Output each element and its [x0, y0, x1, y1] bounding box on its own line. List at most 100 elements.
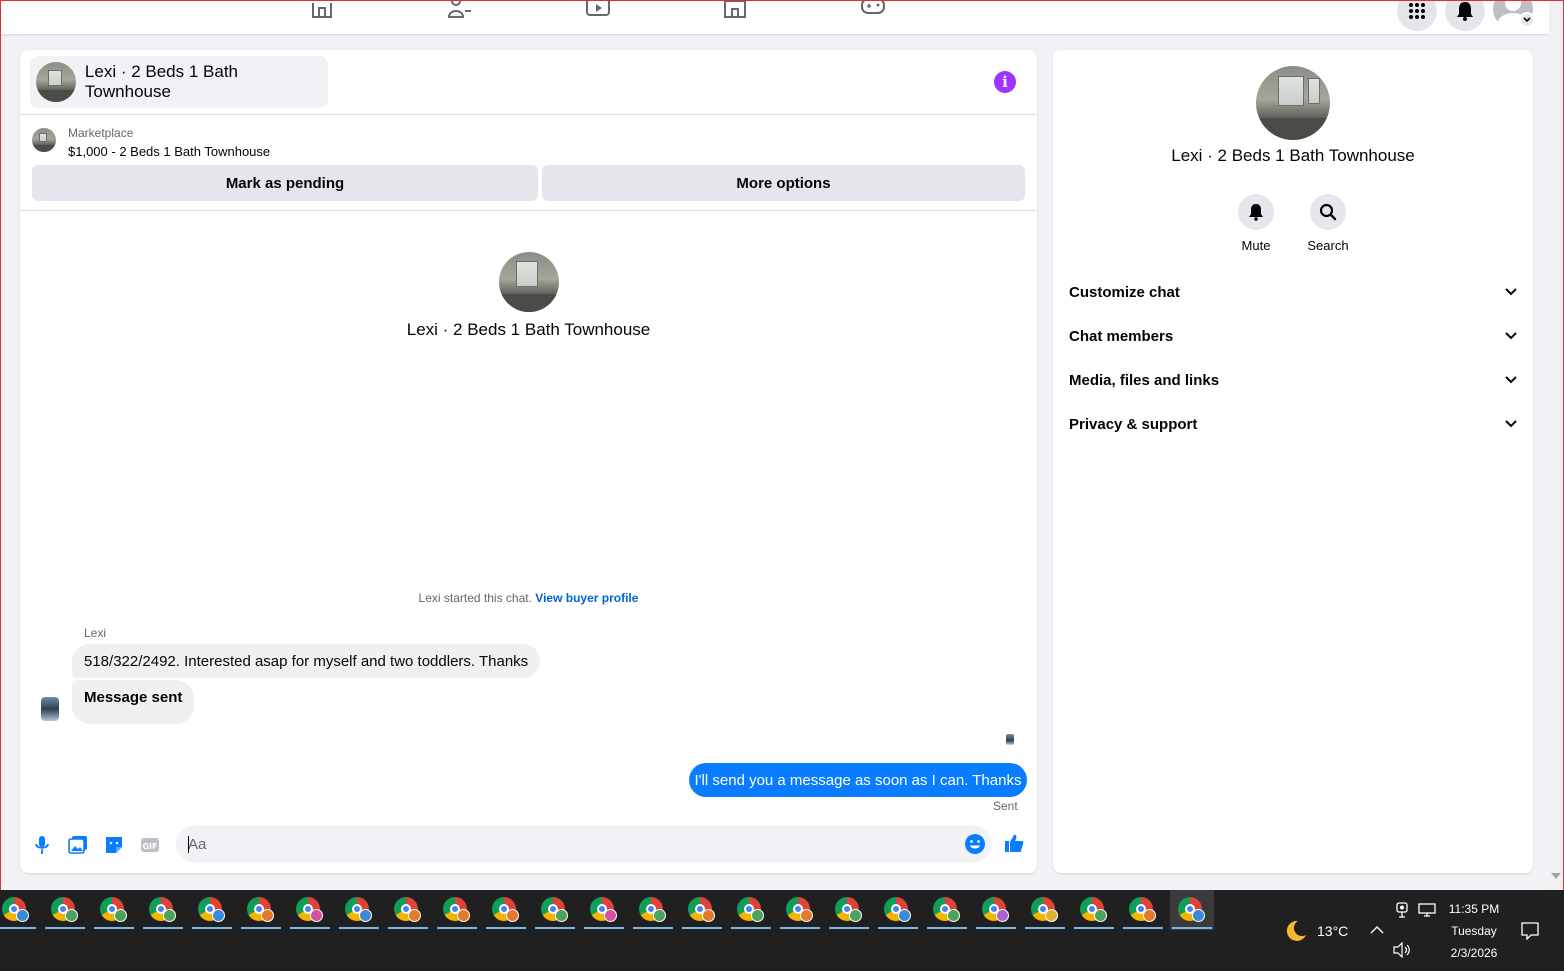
running-indicator	[94, 927, 134, 929]
running-indicator	[388, 927, 428, 929]
taskbar-chrome-window[interactable]	[680, 890, 724, 930]
search-button[interactable]: Search	[1298, 194, 1358, 253]
search-icon[interactable]	[1310, 194, 1346, 230]
microphone-icon[interactable]	[31, 834, 53, 856]
taskbar-chrome-window[interactable]	[582, 890, 626, 930]
taskbar-chrome-window[interactable]	[288, 890, 332, 930]
clock-day[interactable]: Tuesday	[1444, 924, 1504, 938]
menu-grid-icon[interactable]	[1397, 0, 1437, 31]
gaming-icon[interactable]	[860, 0, 886, 19]
photo-icon[interactable]	[67, 834, 89, 856]
taskbar-chrome-window[interactable]	[0, 890, 38, 930]
outgoing-message[interactable]: I'll send you a message as soon as I can…	[689, 763, 1027, 797]
taskbar-chrome-window[interactable]	[533, 890, 577, 930]
show-hidden-icons-chevron-icon[interactable]	[1370, 924, 1384, 938]
sticker-icon[interactable]	[103, 834, 125, 856]
section-label: Chat members	[1069, 327, 1174, 345]
details-photo	[1256, 66, 1330, 140]
meet-now-icon[interactable]	[1395, 902, 1409, 921]
notification-center-icon[interactable]	[1521, 922, 1539, 943]
taskbar-chrome-window[interactable]	[239, 890, 283, 930]
taskbar-chrome-window[interactable]	[435, 890, 479, 930]
taskbar-chrome-window[interactable]	[190, 890, 234, 930]
taskbar-chrome-window[interactable]	[925, 890, 969, 930]
network-icon[interactable]	[1418, 903, 1436, 920]
conversation-photo	[499, 252, 559, 312]
page-scrollbar[interactable]	[1549, 1, 1563, 889]
profile-badge-icon	[702, 909, 715, 922]
video-icon[interactable]	[585, 0, 611, 19]
emoji-icon[interactable]	[964, 833, 986, 855]
search-label: Search	[1307, 238, 1349, 253]
running-indicator	[976, 927, 1016, 929]
taskbar-chrome-window[interactable]	[974, 890, 1018, 930]
bell-icon[interactable]	[1238, 194, 1274, 230]
running-indicator	[437, 927, 477, 929]
customize-chat-section[interactable]: Customize chat	[1059, 270, 1527, 314]
message-input-container[interactable]	[176, 826, 992, 862]
taskbar-chrome-window[interactable]	[386, 890, 430, 930]
gif-icon[interactable]: GIF	[139, 834, 161, 856]
chevron-down-icon[interactable]	[1519, 12, 1535, 28]
windows-taskbar: 13°C 11:35 PM Tuesday 2/3/2026	[0, 890, 1564, 971]
weather-moon-icon[interactable]	[1284, 919, 1308, 943]
section-label: Customize chat	[1069, 283, 1180, 301]
profile-badge-icon	[408, 909, 421, 922]
mute-button[interactable]: Mute	[1226, 194, 1286, 253]
running-indicator	[1074, 927, 1114, 929]
profile-badge-icon	[261, 909, 274, 922]
sender-avatar[interactable]	[41, 697, 59, 721]
text-caret	[188, 836, 189, 853]
taskbar-chrome-window[interactable]	[729, 890, 773, 930]
running-indicator	[1172, 927, 1212, 929]
taskbar-chrome-window[interactable]	[1121, 890, 1165, 930]
running-indicator	[731, 927, 771, 929]
profile-badge-icon	[310, 909, 323, 922]
running-indicator	[1025, 927, 1065, 929]
profile-badge-icon	[212, 909, 225, 922]
taskbar-chrome-window[interactable]	[1072, 890, 1116, 930]
taskbar-chrome-window[interactable]	[141, 890, 185, 930]
listing-thumbnail	[32, 128, 56, 152]
taskbar-chrome-window[interactable]	[631, 890, 675, 930]
notifications-icon[interactable]	[1445, 0, 1485, 31]
taskbar-chrome-window[interactable]	[1170, 890, 1214, 930]
chat-details-panel: Lexi · 2 Beds 1 Bath Townhouse Mute Sear…	[1053, 50, 1533, 873]
chat-members-section[interactable]: Chat members	[1059, 314, 1527, 358]
view-buyer-profile-link[interactable]: View buyer profile	[535, 591, 638, 605]
clock-time[interactable]: 11:35 PM	[1444, 902, 1504, 916]
like-icon[interactable]	[1003, 832, 1025, 854]
scroll-down-arrow-icon[interactable]	[1551, 873, 1561, 879]
privacy-support-section[interactable]: Privacy & support	[1059, 402, 1527, 446]
taskbar-chrome-window[interactable]	[876, 890, 920, 930]
taskbar-chrome-window[interactable]	[778, 890, 822, 930]
running-indicator	[143, 927, 183, 929]
running-indicator	[241, 927, 281, 929]
media-files-links-section[interactable]: Media, files and links	[1059, 358, 1527, 402]
running-indicator	[878, 927, 918, 929]
friends-icon[interactable]	[447, 0, 473, 19]
clock-date[interactable]: 2/3/2026	[1444, 946, 1504, 960]
volume-icon[interactable]	[1393, 941, 1411, 961]
profile-badge-icon	[163, 909, 176, 922]
info-icon[interactable]: i	[994, 71, 1016, 93]
profile-badge-icon	[996, 909, 1009, 922]
incoming-message[interactable]: Message sent	[72, 680, 195, 724]
mark-as-pending-button[interactable]: Mark as pending	[32, 165, 538, 201]
profile-badge-icon	[751, 909, 764, 922]
weather-temperature[interactable]: 13°C	[1317, 923, 1348, 939]
marketplace-icon[interactable]	[722, 0, 748, 19]
taskbar-chrome-window[interactable]	[92, 890, 136, 930]
home-icon[interactable]	[309, 0, 335, 19]
section-label: Media, files and links	[1069, 371, 1220, 389]
chat-title-button[interactable]: Lexi · 2 Beds 1 Bath Townhouse	[30, 56, 328, 108]
taskbar-chrome-window[interactable]	[484, 890, 528, 930]
taskbar-chrome-window[interactable]	[1023, 890, 1067, 930]
more-options-button[interactable]: More options	[542, 165, 1025, 201]
taskbar-chrome-window[interactable]	[43, 890, 87, 930]
taskbar-chrome-window[interactable]	[337, 890, 381, 930]
message-input[interactable]	[188, 826, 948, 862]
incoming-message[interactable]: 518/322/2492. Interested asap for myself…	[72, 644, 541, 678]
taskbar-chrome-window[interactable]	[827, 890, 871, 930]
chevron-down-icon	[1505, 420, 1517, 428]
